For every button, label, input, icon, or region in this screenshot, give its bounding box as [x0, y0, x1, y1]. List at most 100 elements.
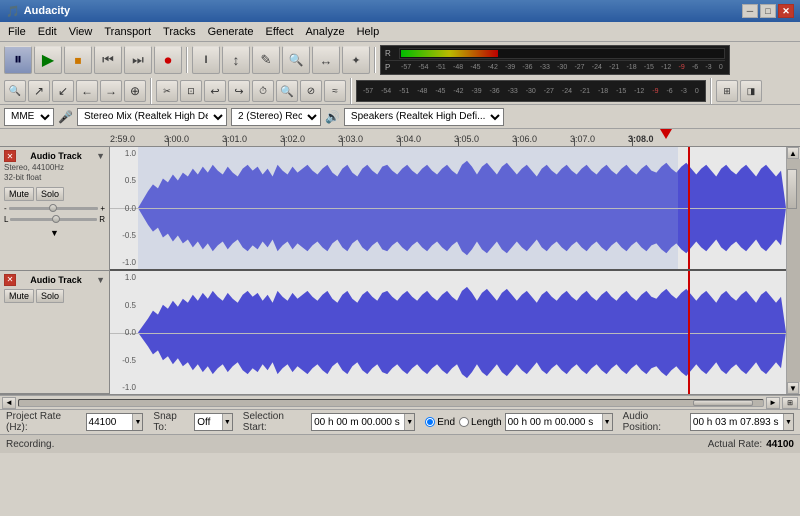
- scroll-thumb-v[interactable]: [787, 169, 797, 209]
- track1-playhead: [688, 147, 690, 269]
- tool-timeshift[interactable]: ↔: [312, 46, 340, 74]
- separator-5: [710, 78, 712, 104]
- waveform-button[interactable]: ≈: [324, 80, 346, 102]
- track1-collapse-button[interactable]: ▼: [50, 228, 59, 238]
- menu-analyze[interactable]: Analyze: [299, 24, 350, 40]
- track2-mute-button[interactable]: Mute: [4, 289, 34, 303]
- project-rate-group: Project Rate (Hz): 44100 ▼: [6, 411, 143, 433]
- horizontal-scrollbar[interactable]: ◄ ► ⊞: [0, 395, 800, 409]
- selection-start-arrow[interactable]: ▼: [404, 414, 414, 430]
- stop-button[interactable]: ⏹: [64, 46, 92, 74]
- track2-center-line: [110, 333, 786, 334]
- mark-button[interactable]: ⊘: [300, 80, 322, 102]
- time-label-5: 3:04.0: [396, 134, 421, 144]
- scroll-size-button[interactable]: ⊞: [782, 397, 798, 409]
- app-title: Audacity: [24, 5, 70, 17]
- sync-button[interactable]: ⏱: [252, 80, 274, 102]
- audio-position-arrow[interactable]: ▼: [783, 414, 793, 430]
- menu-help[interactable]: Help: [351, 24, 386, 40]
- arrow-right-button[interactable]: →: [100, 80, 122, 102]
- speaker-icon: 🔊: [325, 110, 340, 124]
- track2-controls: ✕ Audio Track ▼ Mute Solo: [0, 271, 109, 395]
- menu-transport[interactable]: Transport: [98, 24, 157, 40]
- scroll-left-button[interactable]: ◄: [2, 397, 16, 409]
- titlebar: 🎵 Audacity ─ □ ✕: [0, 0, 800, 22]
- project-rate-input[interactable]: 44100 ▼: [86, 413, 144, 431]
- waveform-display[interactable]: 1.0 0.5 0.0 -0.5 -1.0 // Generate wavefo…: [110, 147, 786, 394]
- redo-button[interactable]: ↪: [228, 80, 250, 102]
- h-scroll-thumb[interactable]: [693, 400, 753, 406]
- menu-effect[interactable]: Effect: [260, 24, 300, 40]
- skip-forward-button[interactable]: ⏭: [124, 46, 152, 74]
- length-radio[interactable]: [459, 417, 469, 427]
- api-select[interactable]: MME: [4, 108, 54, 126]
- menu-file[interactable]: File: [2, 24, 32, 40]
- end-value-arrow[interactable]: ▼: [602, 414, 612, 430]
- tool-envelope[interactable]: ↕: [222, 46, 250, 74]
- vertical-scrollbar[interactable]: ▲ ▼: [786, 147, 800, 394]
- track1-close-button[interactable]: ✕: [4, 150, 16, 162]
- track2-close-button[interactable]: ✕: [4, 274, 16, 286]
- snap-to-arrow[interactable]: ▼: [222, 414, 232, 430]
- extra-btn1[interactable]: ⊞: [716, 80, 738, 102]
- arrow-left-button[interactable]: ←: [76, 80, 98, 102]
- maximize-button[interactable]: □: [760, 4, 776, 18]
- input-device-select[interactable]: Stereo Mix (Realtek High De...: [77, 108, 227, 126]
- scroll-down-button[interactable]: ▼: [787, 382, 799, 394]
- track1-solo-button[interactable]: Solo: [36, 187, 64, 201]
- track1-pan-thumb[interactable]: [52, 215, 60, 223]
- pause-button[interactable]: ⏸: [4, 46, 32, 74]
- menu-view[interactable]: View: [63, 24, 99, 40]
- record-button[interactable]: ⏺: [154, 46, 182, 74]
- cursor-button[interactable]: ⊕: [124, 80, 146, 102]
- time-label-3: 3:02.0: [280, 134, 305, 144]
- play-button[interactable]: ▶: [34, 46, 62, 74]
- separator-3: [150, 78, 152, 104]
- menu-edit[interactable]: Edit: [32, 24, 63, 40]
- selection-start-input[interactable]: 00 h 00 m 00.000 s ▼: [311, 413, 415, 431]
- trim-button[interactable]: ✂: [156, 80, 178, 102]
- track2-waveform[interactable]: 1.0 0.5 0.0 -0.5 -1.0: [110, 271, 786, 394]
- zoom-out-button[interactable]: ↙: [52, 80, 74, 102]
- tool-multi[interactable]: ✦: [342, 46, 370, 74]
- undo-button[interactable]: ↩: [204, 80, 226, 102]
- track2-solo-button[interactable]: Solo: [36, 289, 64, 303]
- track1-mute-button[interactable]: Mute: [4, 187, 34, 201]
- tool-select[interactable]: I: [192, 46, 220, 74]
- track1-gain-slider[interactable]: [9, 207, 99, 210]
- output-device-select[interactable]: Speakers (Realtek High Defi...: [344, 108, 504, 126]
- track1-menu[interactable]: ▼: [96, 151, 105, 161]
- end-value-input[interactable]: 00 h 00 m 00.000 s ▼: [505, 413, 613, 431]
- track1-center-line: [110, 208, 786, 209]
- menu-tracks[interactable]: Tracks: [157, 24, 202, 40]
- end-length-radio: End Length: [425, 417, 501, 428]
- snap-to-input[interactable]: Off ▼: [194, 413, 233, 431]
- h-scroll-track[interactable]: [18, 399, 764, 407]
- extra-btn2[interactable]: ◨: [740, 80, 762, 102]
- silence-button[interactable]: ⊡: [180, 80, 202, 102]
- audio-position-input[interactable]: 00 h 03 m 07.893 s ▼: [690, 413, 794, 431]
- close-button[interactable]: ✕: [778, 4, 794, 18]
- scroll-up-button[interactable]: ▲: [787, 147, 799, 159]
- zoom-fit-button[interactable]: 🔍: [4, 80, 26, 102]
- track1-waveform[interactable]: 1.0 0.5 0.0 -0.5 -1.0 // Generate wavefo…: [110, 147, 786, 271]
- titlebar-left: 🎵 Audacity: [6, 5, 70, 18]
- loop-button[interactable]: 🔍: [276, 80, 298, 102]
- scroll-right-button[interactable]: ►: [766, 397, 780, 409]
- vu-meter-2: -57 -54 -51 -48 -45 -42 -39 -36 -33 -30 …: [356, 80, 706, 102]
- tool-draw[interactable]: ✎: [252, 46, 280, 74]
- input-channels-select[interactable]: 2 (Stereo) Recor...: [231, 108, 321, 126]
- track1-pan-slider[interactable]: [10, 218, 97, 221]
- end-radio[interactable]: [425, 417, 435, 427]
- skip-back-button[interactable]: ⏮: [94, 46, 122, 74]
- scroll-track-v[interactable]: [787, 159, 800, 382]
- project-rate-arrow[interactable]: ▼: [132, 414, 142, 430]
- menu-generate[interactable]: Generate: [202, 24, 260, 40]
- minimize-button[interactable]: ─: [742, 4, 758, 18]
- tool-zoom[interactable]: 🔍: [282, 46, 310, 74]
- zoom-in-button[interactable]: ↗: [28, 80, 50, 102]
- time-label-9: 3:08.0: [628, 134, 654, 144]
- track1-info: Stereo, 44100Hz 32-bit float: [4, 163, 105, 184]
- track1-gain-thumb[interactable]: [49, 204, 57, 212]
- track2-menu[interactable]: ▼: [96, 275, 105, 285]
